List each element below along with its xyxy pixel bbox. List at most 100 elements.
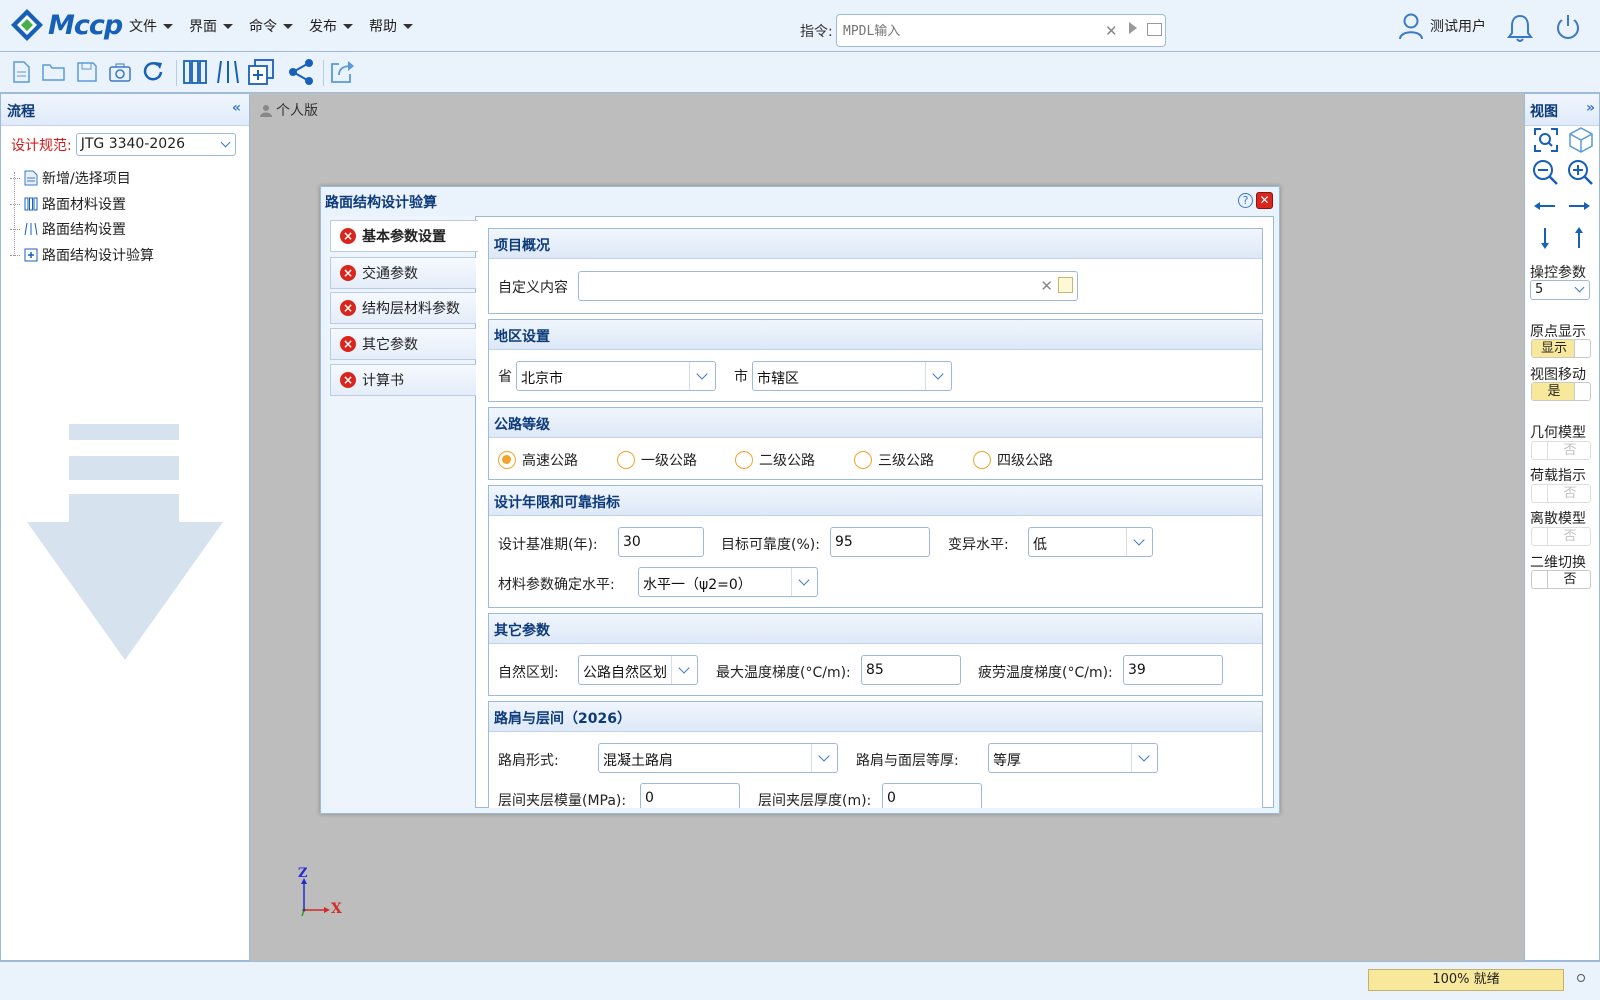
structure-icon[interactable] (214, 58, 242, 86)
reliability-input[interactable]: 95 (830, 527, 930, 557)
city-select[interactable]: 市辖区 (752, 361, 952, 391)
radio-grade-1[interactable]: 一级公路 (617, 450, 697, 470)
clear-icon[interactable]: ✕ (1040, 277, 1053, 295)
shoulder-equal-select[interactable]: 等厚 (988, 743, 1158, 773)
zoom-out-icon[interactable] (1532, 159, 1560, 187)
material-level-select[interactable]: 水平一（ψ2=0） (638, 567, 818, 597)
close-icon[interactable]: ✕ (1256, 192, 1273, 209)
export-icon[interactable] (328, 58, 356, 86)
max-temp-gradient-input[interactable]: 85 (861, 655, 961, 685)
interlayer-thickness-input[interactable]: 0 (882, 783, 982, 808)
check-calc-icon[interactable] (247, 58, 275, 86)
city-value: 市辖区 (757, 371, 799, 387)
city-label: 市 (734, 369, 748, 385)
province-label: 省 (498, 369, 512, 385)
radio-grade-4[interactable]: 四级公路 (973, 450, 1053, 470)
fatigue-temp-gradient-label: 疲劳温度梯度(°C/m): (978, 665, 1113, 681)
interlayer-modulus-input[interactable]: 0 (640, 783, 740, 808)
tree-item-check[interactable]: 路面结构设计验算 (10, 245, 154, 265)
tree-item-structure[interactable]: 路面结构设置 (10, 219, 126, 239)
menu-help[interactable]: 帮助 (369, 16, 413, 36)
toggle-label-view-move: 视图移动 (1530, 367, 1586, 383)
radio-label: 一级公路 (641, 453, 697, 469)
material-icon[interactable] (181, 58, 209, 86)
toggle-2d-switch[interactable]: 否 (1531, 570, 1591, 589)
chevron-down-icon (220, 137, 231, 148)
shoulder-form-select[interactable]: 混凝土路肩 (598, 743, 838, 773)
section-title: 设计年限和可靠指标 (489, 486, 1262, 516)
toggle-label-load: 荷载指示 (1530, 468, 1586, 484)
menu-file[interactable]: 文件 (129, 16, 173, 36)
fatigue-temp-gradient-input[interactable]: 39 (1123, 655, 1223, 685)
run-icon[interactable] (1129, 22, 1137, 34)
tree-item-material[interactable]: 路面材料设置 (10, 194, 126, 214)
edit-note-icon[interactable] (1058, 277, 1073, 293)
dialog-title: 路面结构设计验算 (325, 195, 437, 211)
tab-report[interactable]: × 计算书 (330, 364, 476, 396)
toggle-discrete-model[interactable]: 否 (1531, 527, 1591, 546)
axes-gizmo: Z X (298, 866, 348, 920)
tab-label: 其它参数 (362, 337, 418, 353)
natural-zone-select[interactable]: 公路自然区划 (578, 655, 698, 685)
toggle-value: 否 (1563, 572, 1577, 587)
refresh-icon[interactable] (139, 58, 167, 86)
spec-select[interactable]: JTG 3340-2026 (75, 133, 236, 156)
zoom-in-icon[interactable] (1567, 159, 1595, 187)
ctrl-param-select[interactable]: 5 (1530, 280, 1590, 300)
window-icon[interactable] (1147, 23, 1162, 36)
arrow-left-icon[interactable] (1533, 199, 1557, 213)
toggle-origin-display[interactable]: 显示 (1531, 339, 1591, 358)
tree-label: 新增/选择项目 (42, 171, 131, 187)
toggle-value: 否 (1563, 486, 1577, 501)
help-icon[interactable]: ? (1238, 193, 1253, 208)
save-icon[interactable] (73, 58, 101, 86)
panel-title: 流程 (7, 104, 35, 120)
toggle-geometry-model[interactable]: 否 (1531, 441, 1591, 460)
dialog-tabs: × 基本参数设置 × 交通参数 × 结构层材料参数 × 其它参数 × 计算书 (326, 216, 478, 808)
command-input[interactable] (843, 21, 1093, 41)
design-period-input[interactable]: 30 (618, 527, 704, 557)
toggle-view-move[interactable]: 是 (1531, 382, 1591, 401)
tab-traffic-params[interactable]: × 交通参数 (330, 257, 476, 289)
design-period-label: 设计基准期(年): (498, 537, 598, 553)
zoom-fit-icon[interactable] (1533, 127, 1559, 153)
radio-grade-3[interactable]: 三级公路 (854, 450, 934, 470)
arrow-down-icon[interactable] (1538, 226, 1552, 250)
max-temp-gradient-label: 最大温度梯度(°C/m): (716, 665, 851, 681)
custom-content-input[interactable]: ✕ (578, 271, 1078, 301)
cube-3d-icon[interactable] (1567, 126, 1595, 154)
user-menu[interactable]: 测试用户 (1398, 12, 1486, 40)
tree-item-project[interactable]: 新增/选择项目 (10, 168, 131, 188)
tab-basic-params[interactable]: × 基本参数设置 (330, 220, 478, 252)
open-folder-icon[interactable] (40, 58, 68, 86)
new-file-icon[interactable] (7, 58, 35, 86)
clear-icon[interactable]: ✕ (1105, 22, 1118, 40)
arrow-up-icon[interactable] (1572, 226, 1586, 250)
tab-layer-material[interactable]: × 结构层材料参数 (330, 292, 476, 324)
menu-view[interactable]: 界面 (189, 16, 233, 36)
arrow-right-icon[interactable] (1567, 199, 1591, 213)
chevron-down-icon (1574, 282, 1585, 293)
shoulder-equal-label: 路肩与面层等厚: (856, 753, 959, 769)
collapse-left-icon[interactable]: « (232, 100, 241, 116)
radio-highway[interactable]: 高速公路 (498, 450, 578, 470)
radio-grade-2[interactable]: 二级公路 (735, 450, 815, 470)
reliability-label: 目标可靠度(%): (721, 537, 820, 553)
bell-icon[interactable] (1507, 13, 1533, 43)
app-logo: Mccp (10, 8, 123, 42)
variation-select[interactable]: 低 (1028, 527, 1153, 557)
menu-publish[interactable]: 发布 (309, 16, 353, 36)
reliability-value: 95 (835, 534, 853, 550)
tab-other-params[interactable]: × 其它参数 (330, 328, 476, 360)
province-select[interactable]: 北京市 (516, 361, 716, 391)
caret-down-icon (343, 23, 353, 29)
share-icon[interactable] (287, 58, 315, 86)
shoulder-form-value: 混凝土路肩 (603, 753, 673, 769)
camera-icon[interactable] (106, 58, 134, 86)
toggle-value: 是 (1532, 383, 1576, 400)
menu-command[interactable]: 命令 (249, 16, 293, 36)
power-icon[interactable] (1554, 13, 1582, 41)
toggle-load-indicator[interactable]: 否 (1531, 484, 1591, 503)
collapse-right-icon[interactable]: » (1586, 100, 1595, 116)
breadcrumb: 个人版 (260, 100, 318, 120)
